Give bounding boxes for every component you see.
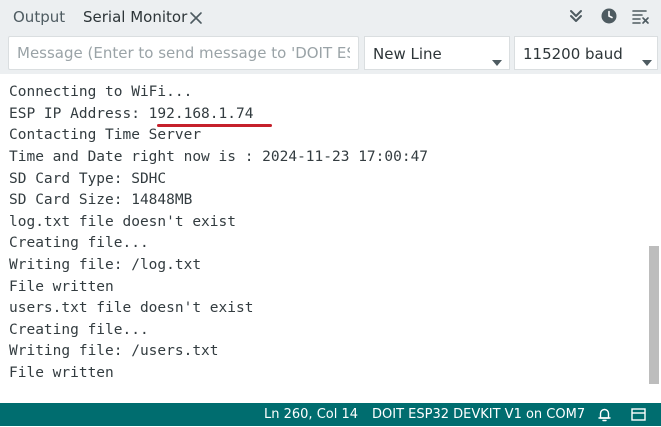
output-line: Time and Date right now is : 2024-11-23 … [9, 149, 429, 165]
line-ending-select[interactable]: New Line [364, 36, 510, 70]
status-bar: Ln 260, Col 14 DOIT ESP32 DEVKIT V1 on C… [0, 403, 661, 426]
output-line: Writing file: /users.txt [9, 343, 219, 359]
close-icon[interactable] [189, 10, 203, 24]
baud-rate-value: 115200 baud [523, 45, 623, 63]
output-line: ESP IP Address: 192.168.1.74 [9, 106, 254, 122]
double-chevron-down-icon[interactable] [567, 7, 585, 25]
output-line: Creating file... [9, 322, 149, 338]
output-line: users.txt file doesn't exist [9, 300, 254, 316]
cursor-position[interactable]: Ln 260, Col 14 [264, 403, 358, 427]
panel-tab-bar: Output Serial Monitor [0, 0, 661, 33]
output-line: SD Card Type: SDHC [9, 171, 167, 187]
scrollbar-thumb[interactable] [649, 246, 659, 384]
serial-output[interactable]: Connecting to WiFi... ESP IP Address: 19… [0, 74, 661, 403]
serial-input-row: New Line 115200 baud [0, 33, 661, 74]
bell-icon[interactable] [597, 407, 612, 422]
board-port-status[interactable]: DOIT ESP32 DEVKIT V1 on COM7 [372, 403, 585, 427]
output-line: File written [9, 365, 114, 381]
output-line: SD Card Size: 14848MB [9, 192, 193, 208]
output-line: Creating file... [9, 235, 149, 251]
output-line: Writing file: /log.txt [9, 257, 202, 273]
baud-rate-select[interactable]: 115200 baud [514, 36, 658, 70]
output-line: File written [9, 279, 114, 295]
output-line: Connecting to WiFi... [9, 84, 193, 100]
line-ending-value: New Line [373, 45, 442, 63]
output-line: Contacting Time Server [9, 127, 202, 143]
ip-address-underline [157, 124, 272, 127]
toggle-panel-icon[interactable] [631, 407, 646, 422]
clock-icon[interactable] [600, 7, 618, 25]
message-input[interactable] [8, 36, 359, 70]
output-line: log.txt file doesn't exist [9, 214, 236, 230]
caret-down-icon [642, 51, 652, 66]
clear-output-icon[interactable] [632, 7, 650, 25]
caret-down-icon [492, 51, 502, 66]
tab-output[interactable]: Output [13, 0, 65, 33]
tab-serial-monitor[interactable]: Serial Monitor [83, 0, 187, 33]
